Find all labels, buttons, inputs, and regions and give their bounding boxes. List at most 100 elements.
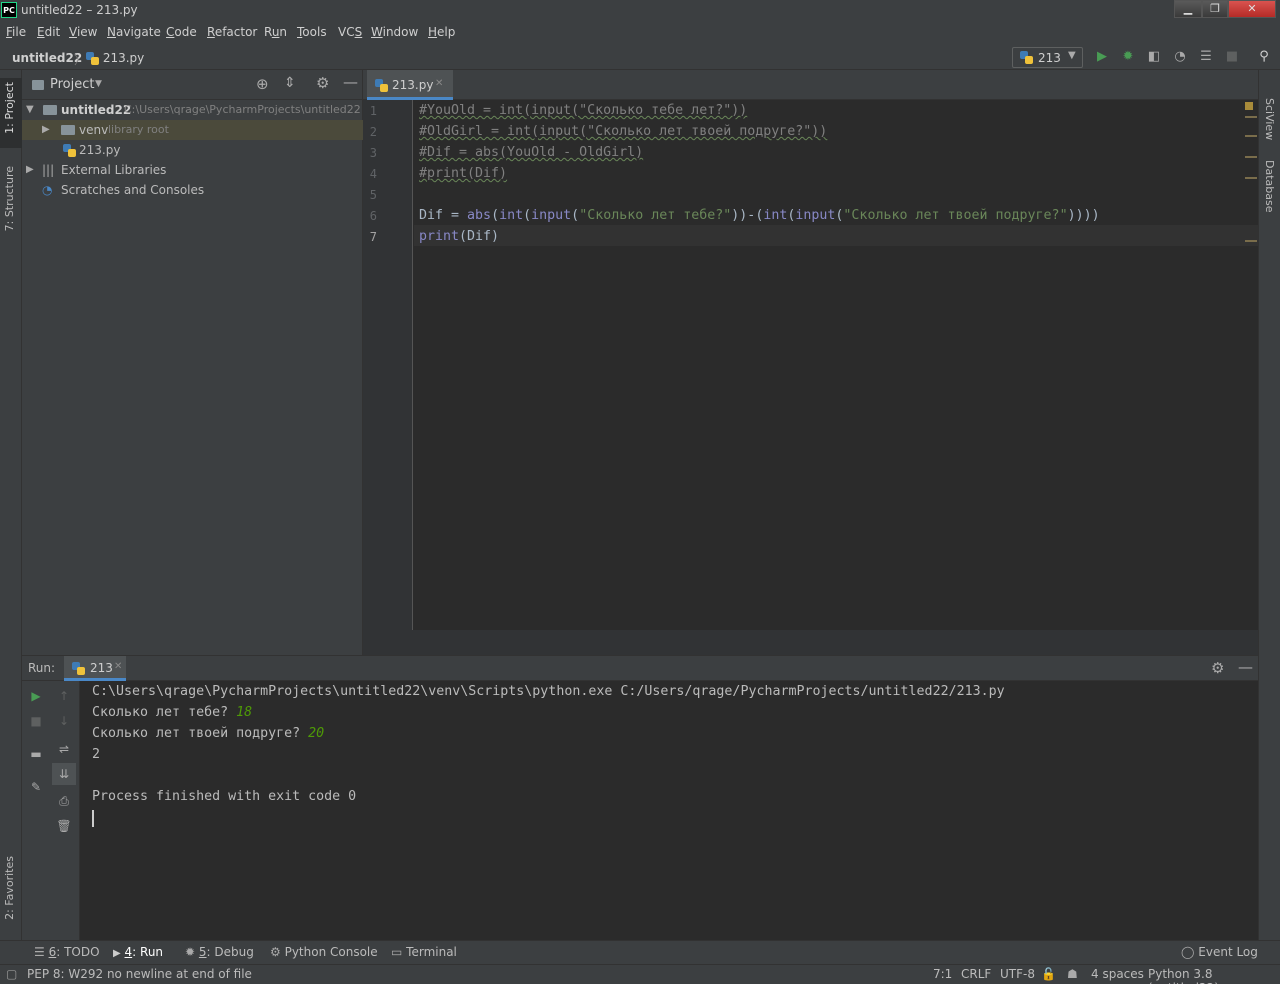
folder-icon	[61, 125, 75, 135]
soft-wrap-icon[interactable]: ⇌	[56, 741, 72, 757]
run-with-coverage-icon[interactable]: ◧	[1146, 49, 1162, 65]
editor-breadcrumb-bar	[363, 630, 1258, 655]
warning-stripe[interactable]	[1245, 156, 1257, 158]
left-tool-strip: 1: Project 7: Structure 2: Favorites	[0, 70, 22, 940]
gear-icon[interactable]: ⚙	[316, 74, 329, 92]
menu-refactor[interactable]: Refactor	[207, 25, 257, 39]
warning-stripe[interactable]	[1245, 116, 1257, 118]
scroll-to-end-icon[interactable]: ⇊	[52, 763, 76, 785]
app-logo: PC	[1, 2, 17, 18]
debug-icon[interactable]: ✹	[1120, 49, 1136, 65]
code-editor[interactable]: #YouOld = int(input("Сколько тебе лет?")…	[414, 100, 1258, 630]
menu-navigate[interactable]: Navigate	[107, 25, 161, 39]
tree-item-scratches[interactable]: ◔ Scratches and Consoles	[22, 180, 363, 200]
python-file-icon	[72, 662, 85, 675]
tab-structure[interactable]: 7: Structure	[3, 166, 16, 231]
menu-view[interactable]: View	[69, 25, 97, 39]
warning-stripe[interactable]	[1245, 240, 1257, 242]
console-line: Сколько лет твоей подруге? 20	[92, 726, 325, 741]
tab-python-console[interactable]: ⚙ Python Console	[270, 945, 378, 959]
pin-icon[interactable]: ✎	[28, 779, 44, 795]
gear-icon[interactable]: ⚙	[1211, 659, 1224, 677]
inspection-status-icon[interactable]	[1245, 102, 1253, 110]
close-button[interactable]: ✕	[1228, 0, 1276, 18]
tree-item-venv[interactable]: ▶ venv library root	[22, 120, 363, 140]
code-line-6[interactable]: Dif = abs(int(input("Сколько лет тебе?")…	[419, 205, 1100, 226]
code-line-4[interactable]: #print(Dif)	[419, 163, 507, 184]
menu-tools[interactable]: Tools	[297, 25, 327, 39]
caret-position[interactable]: 7:1	[933, 967, 952, 981]
run-configuration-select[interactable]: 213 ▼	[1012, 47, 1083, 68]
breadcrumb-project[interactable]: untitled22	[12, 51, 82, 65]
tab-favorites[interactable]: 2: Favorites	[3, 856, 16, 920]
event-log-button[interactable]: ◯ Event Log	[1181, 945, 1258, 959]
concurrency-diagram-icon[interactable]: ☰	[1198, 49, 1214, 65]
profile-icon[interactable]: ◔	[1172, 49, 1188, 65]
inspector-icon[interactable]: ☗	[1067, 967, 1078, 981]
scroll-down-icon[interactable]: ↓	[56, 713, 72, 729]
lock-icon[interactable]: 🔓	[1041, 967, 1056, 981]
run-icon: ▶	[113, 948, 121, 959]
locate-icon[interactable]: ⊕	[256, 75, 269, 93]
tab-terminal[interactable]: ▭ Terminal	[391, 945, 457, 959]
tab-sciview[interactable]: SciView	[1263, 98, 1276, 140]
hide-panel-icon[interactable]: —	[343, 73, 358, 91]
project-view-select[interactable]: Project	[50, 77, 94, 92]
stop-icon[interactable]: ■	[1224, 49, 1240, 65]
close-tab-icon[interactable]: ✕	[114, 661, 122, 672]
file-encoding[interactable]: UTF-8	[1000, 967, 1035, 981]
menu-run[interactable]: Run	[264, 25, 287, 39]
chevron-down-icon: ▼	[1068, 50, 1076, 61]
chevron-down-icon[interactable]: ▼	[95, 79, 102, 89]
toggle-tool-windows-icon[interactable]: ▢	[6, 967, 17, 981]
tab-debug[interactable]: ✹ 5: Debug	[185, 945, 254, 959]
code-line-1[interactable]: #YouOld = int(input("Сколько тебе лет?")…	[419, 100, 747, 121]
menu-help[interactable]: Help	[428, 25, 455, 39]
code-line-2[interactable]: #OldGirl = int(input("Сколько лет твоей …	[419, 121, 827, 142]
search-icon[interactable]: ⚲	[1256, 49, 1272, 65]
hide-panel-icon[interactable]: —	[1238, 658, 1253, 676]
run-console[interactable]: C:\Users\qrage\PycharmProjects\untitled2…	[80, 681, 1258, 940]
code-line-7[interactable]: print(Dif)	[419, 226, 499, 247]
collapse-all-icon[interactable]: ⇕	[284, 75, 296, 91]
print-icon[interactable]: ⎙	[56, 793, 72, 809]
tree-item-file[interactable]: 213.py	[22, 140, 363, 160]
stop-icon[interactable]: ■	[28, 713, 44, 729]
python-file-icon	[375, 79, 388, 92]
python-interpreter[interactable]: Python 3.8 (untitled22)	[1148, 967, 1280, 984]
maximize-button[interactable]: ❐	[1202, 0, 1228, 18]
warning-stripe[interactable]	[1245, 177, 1257, 179]
folder-icon	[32, 80, 44, 90]
navigation-bar: untitled22 〉 213.py 213 ▼ ▶ ✹ ◧ ◔ ☰ ■ ⚲	[0, 45, 1280, 70]
tab-project[interactable]: 1: Project	[3, 82, 16, 134]
tab-todo[interactable]: ☰ 6: TODO	[34, 945, 100, 959]
breadcrumb-file[interactable]: 213.py	[86, 51, 144, 65]
menu-window[interactable]: Window	[371, 25, 418, 39]
python-file-icon	[63, 144, 76, 157]
rerun-icon[interactable]: ▶	[28, 688, 44, 704]
menu-edit[interactable]: Edit	[37, 25, 60, 39]
indent-setting[interactable]: 4 spaces	[1091, 967, 1144, 981]
status-message[interactable]: PEP 8: W292 no newline at end of file	[27, 967, 252, 981]
code-line-3[interactable]: #Dif = abs(YouOld - OldGirl)	[419, 142, 643, 163]
python-console-icon: ⚙	[270, 945, 281, 959]
close-tab-icon[interactable]: ✕	[435, 78, 443, 89]
tab-213-py[interactable]: 213.py ✕	[367, 70, 453, 100]
line-separator[interactable]: CRLF	[961, 967, 991, 981]
trash-icon[interactable]: 🗑	[56, 818, 72, 834]
expand-arrow-icon: ▶	[42, 124, 50, 135]
minimize-button[interactable]: ▁	[1174, 0, 1202, 18]
tree-item-external-libraries[interactable]: ▶ ||| External Libraries	[22, 160, 363, 180]
scratches-icon: ◔	[42, 183, 53, 197]
menu-code[interactable]: Code	[166, 25, 197, 39]
menu-file[interactable]: File	[6, 25, 26, 39]
menu-vcs[interactable]: VCS	[338, 25, 362, 39]
layout-icon[interactable]: ▬	[28, 746, 44, 762]
tab-run[interactable]: ▶ 4: Run	[113, 945, 163, 959]
run-tab-213[interactable]: 213 ✕	[64, 656, 126, 681]
tree-item-root[interactable]: ▼ untitled22 C:\Users\qrage\PycharmProje…	[22, 100, 363, 120]
scroll-up-icon[interactable]: ↑	[56, 688, 72, 704]
warning-stripe[interactable]	[1245, 135, 1257, 137]
tab-database[interactable]: Database	[1263, 160, 1276, 213]
run-icon[interactable]: ▶	[1094, 49, 1110, 65]
